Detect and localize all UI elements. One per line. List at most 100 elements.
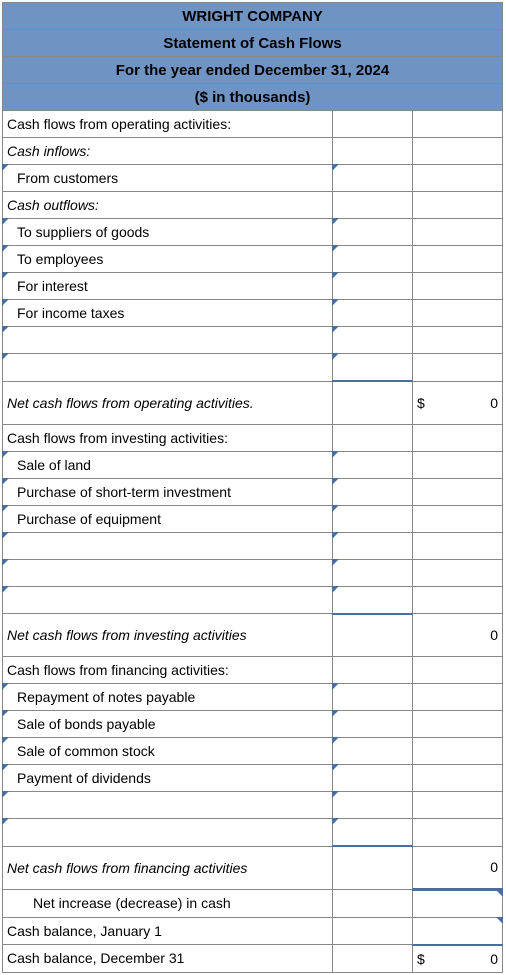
amount-cell[interactable]: [333, 424, 413, 451]
amount-cell[interactable]: [413, 765, 503, 792]
row-blank[interactable]: [3, 792, 333, 819]
amount-cell[interactable]: [333, 246, 413, 273]
dropdown-icon: [2, 164, 9, 171]
amount-cell[interactable]: [413, 327, 503, 354]
row-repay-notes[interactable]: Repayment of notes payable: [3, 684, 333, 711]
amount-cell[interactable]: [333, 165, 413, 192]
row-blank[interactable]: [3, 532, 333, 559]
amount-cell[interactable]: [333, 451, 413, 478]
dropdown-icon: [2, 683, 9, 690]
row-blank[interactable]: [3, 586, 333, 614]
row-blank[interactable]: [3, 327, 333, 354]
row-net-change: Net increase (decrease) in cash: [3, 889, 333, 917]
amount-cell[interactable]: [413, 424, 503, 451]
header-title: Statement of Cash Flows: [3, 30, 503, 57]
amount-cell[interactable]: [333, 219, 413, 246]
dropdown-icon: [2, 586, 9, 593]
amount-cell[interactable]: [333, 917, 413, 945]
dropdown-icon: [332, 218, 339, 225]
amount-cell[interactable]: [333, 300, 413, 327]
dropdown-icon: [332, 326, 339, 333]
amount-cell[interactable]: [333, 559, 413, 586]
amount-cell[interactable]: [413, 684, 503, 711]
row-purchase-eq[interactable]: Purchase of equipment: [3, 505, 333, 532]
amount-cell[interactable]: [333, 765, 413, 792]
amount-cell[interactable]: [333, 478, 413, 505]
dropdown-icon: [332, 532, 339, 539]
amount-cell[interactable]: [413, 792, 503, 819]
row-purchase-st[interactable]: Purchase of short-term investment: [3, 478, 333, 505]
amount-cell[interactable]: [413, 246, 503, 273]
amount-cell[interactable]: [413, 300, 503, 327]
row-sale-bonds[interactable]: Sale of bonds payable: [3, 711, 333, 738]
row-blank[interactable]: [3, 354, 333, 382]
amount-cell[interactable]: [333, 354, 413, 382]
amount-cell[interactable]: [333, 738, 413, 765]
amount-cell[interactable]: [413, 532, 503, 559]
row-pay-div[interactable]: Payment of dividends: [3, 765, 333, 792]
row-for-interest[interactable]: For interest: [3, 273, 333, 300]
amount-cell[interactable]: [413, 586, 503, 614]
dropdown-icon: [2, 353, 9, 360]
row-from-customers[interactable]: From customers: [3, 165, 333, 192]
dropdown-icon: [332, 451, 339, 458]
amount-cell[interactable]: [333, 711, 413, 738]
amount-cell[interactable]: [333, 846, 413, 889]
row-sale-land[interactable]: Sale of land: [3, 451, 333, 478]
amount-cell[interactable]: [413, 219, 503, 246]
amount-cell[interactable]: [333, 138, 413, 165]
amount-cell[interactable]: [333, 684, 413, 711]
amount-cell[interactable]: [333, 889, 413, 917]
dropdown-icon: [332, 505, 339, 512]
amount-cell[interactable]: [413, 165, 503, 192]
dropdown-icon: [2, 710, 9, 717]
amount-cell[interactable]: [413, 192, 503, 219]
amount-cell[interactable]: [333, 327, 413, 354]
amount-cell[interactable]: [333, 505, 413, 532]
amount-cell[interactable]: [413, 711, 503, 738]
amount-cell[interactable]: [333, 273, 413, 300]
dropdown-icon: [332, 818, 339, 825]
amount-cell[interactable]: [413, 451, 503, 478]
header-period: For the year ended December 31, 2024: [3, 57, 503, 84]
amount-cell[interactable]: [413, 505, 503, 532]
amount-cell[interactable]: [333, 532, 413, 559]
amount-cell[interactable]: [413, 889, 503, 917]
dropdown-icon: [332, 299, 339, 306]
amount-cell[interactable]: [413, 559, 503, 586]
dropdown-icon: [2, 532, 9, 539]
dropdown-icon: [2, 326, 9, 333]
amount-cell[interactable]: [413, 273, 503, 300]
row-to-suppliers[interactable]: To suppliers of goods: [3, 219, 333, 246]
dropdown-icon: [332, 710, 339, 717]
amount-cell[interactable]: [413, 138, 503, 165]
amount-cell[interactable]: [413, 478, 503, 505]
amount-cell[interactable]: [413, 657, 503, 684]
amount-cell[interactable]: [413, 111, 503, 138]
row-inv-header: Cash flows from investing activities:: [3, 424, 333, 451]
amount-cell[interactable]: [333, 192, 413, 219]
amount-cell[interactable]: [333, 657, 413, 684]
dropdown-icon: [2, 791, 9, 798]
amount-cell[interactable]: [333, 945, 413, 973]
row-for-taxes[interactable]: For income taxes: [3, 300, 333, 327]
dropdown-icon: [496, 917, 503, 924]
dropdown-icon: [496, 890, 503, 897]
amount-cell[interactable]: [333, 792, 413, 819]
dropdown-icon: [332, 586, 339, 593]
amount-cell[interactable]: [333, 381, 413, 424]
row-end-bal: Cash balance, December 31: [3, 945, 333, 973]
amount-cell[interactable]: [413, 917, 503, 945]
dropdown-icon: [332, 764, 339, 771]
amount-cell[interactable]: [333, 586, 413, 614]
amount-cell[interactable]: [333, 614, 413, 657]
amount-cell[interactable]: [333, 111, 413, 138]
row-to-employees[interactable]: To employees: [3, 246, 333, 273]
row-blank[interactable]: [3, 559, 333, 586]
amount-cell[interactable]: [413, 738, 503, 765]
amount-cell[interactable]: [413, 354, 503, 382]
row-sale-stock[interactable]: Sale of common stock: [3, 738, 333, 765]
net-op-value: $0: [413, 381, 503, 424]
header-company: WRIGHT COMPANY: [3, 3, 503, 30]
row-beg-bal: Cash balance, January 1: [3, 917, 333, 945]
